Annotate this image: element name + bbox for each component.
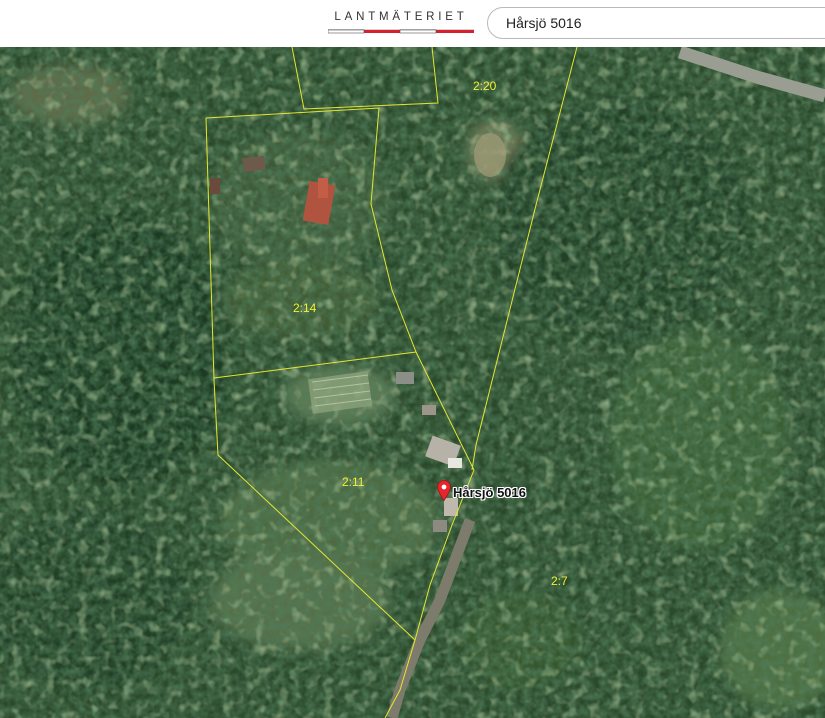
- parcel-label-2-20: 2:20: [473, 79, 497, 93]
- logo-text: LANTMÄTERIET: [334, 11, 468, 23]
- map-canvas: [0, 47, 825, 718]
- parcel-label-2-7: 2:7: [551, 574, 568, 588]
- search-box[interactable]: [487, 7, 825, 39]
- parcel-label-2-14: 2:14: [293, 301, 317, 315]
- header-bar: LANTMÄTERIET: [0, 0, 825, 47]
- logo-scale-bar: [328, 29, 474, 34]
- location-pin-icon[interactable]: [437, 480, 451, 501]
- lantmateriet-logo: LANTMÄTERIET: [326, 11, 476, 37]
- search-input[interactable]: [504, 14, 825, 32]
- parcel-label-2-11: 2:11: [342, 475, 365, 489]
- aerial-map[interactable]: 2:20 2:14 2:11 2:7: [0, 47, 825, 718]
- marker-label: Hårsjö 5016: [453, 485, 526, 500]
